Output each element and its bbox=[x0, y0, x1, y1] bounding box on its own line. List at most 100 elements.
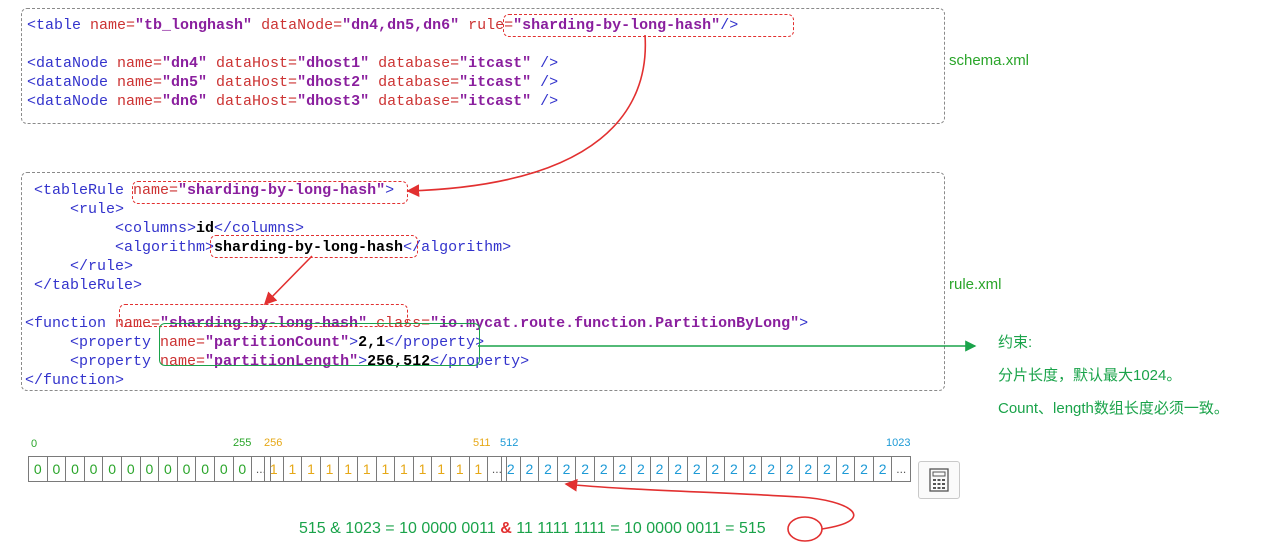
array-cell: 0 bbox=[65, 456, 85, 482]
array-cell: 2 bbox=[556, 456, 577, 482]
code-token: dataHost= bbox=[207, 93, 298, 110]
array-cell: 2 bbox=[835, 456, 856, 482]
tick-0: 0 bbox=[31, 438, 38, 450]
array-cell: 0 bbox=[83, 456, 104, 482]
code-token: </rule> bbox=[25, 258, 134, 275]
code-token: name= bbox=[117, 93, 163, 110]
array-cell: 1 bbox=[468, 456, 489, 482]
code-token: "io.mycat.route.function.PartitionByLong… bbox=[430, 315, 800, 332]
code-token: "dhost1" bbox=[297, 55, 370, 72]
code-token: <dataNode bbox=[27, 55, 118, 72]
code-token: name= bbox=[90, 17, 136, 34]
array-ellipsis: ... bbox=[891, 456, 912, 482]
code-token: "dn4" bbox=[162, 55, 208, 72]
constraint-line-2: Count、length数组长度必须一致。 bbox=[998, 400, 1229, 417]
property-highlight bbox=[159, 323, 480, 366]
tick-1023: 1023 bbox=[886, 437, 911, 449]
code-line: <dataNode name="dn5" dataHost="dhost2" d… bbox=[27, 73, 738, 92]
array-cell: 2 bbox=[631, 456, 651, 482]
code-token: <tableRule bbox=[25, 182, 134, 199]
code-line: </function> bbox=[25, 371, 808, 390]
tick-511: 511 bbox=[473, 437, 491, 449]
array-cell: 2 bbox=[668, 456, 688, 482]
array-cell: 1 bbox=[412, 456, 433, 482]
array-cell: 0 bbox=[28, 456, 48, 482]
code-line: </rule> bbox=[25, 257, 808, 276]
code-token: "itcast" bbox=[459, 55, 532, 72]
rule-attr-highlight bbox=[503, 14, 794, 37]
code-token: <function bbox=[25, 315, 116, 332]
code-token: <columns> bbox=[25, 220, 197, 237]
partition-group-0: 0 0 0 0 0 0 0 0 0 0 0 0... bbox=[28, 456, 271, 482]
code-token: > bbox=[799, 315, 809, 332]
code-token: <rule> bbox=[25, 201, 125, 218]
code-line: <dataNode name="dn6" dataHost="dhost3" d… bbox=[27, 92, 738, 111]
array-cell: 2 bbox=[538, 456, 558, 482]
array-cell: 1 bbox=[319, 456, 340, 482]
calculator-icon[interactable] bbox=[918, 461, 960, 499]
code-token: "itcast" bbox=[459, 74, 532, 91]
tick-256: 256 bbox=[264, 437, 283, 449]
code-token: dataHost= bbox=[207, 55, 298, 72]
tablerule-name-highlight bbox=[132, 181, 408, 204]
array-cell: 0 bbox=[213, 456, 234, 482]
array-cell: 1 bbox=[356, 456, 377, 482]
code-token: id bbox=[196, 220, 215, 237]
code-token: "tb_longhash" bbox=[135, 17, 253, 34]
array-cell: 2 bbox=[798, 456, 819, 482]
array-cell: 2 bbox=[761, 456, 781, 482]
code-line: <columns>id</columns> bbox=[25, 219, 808, 238]
code-token: </algorithm> bbox=[403, 239, 512, 256]
code-token: "dhost3" bbox=[297, 93, 370, 110]
code-token: name= bbox=[117, 74, 163, 91]
array-cell: 1 bbox=[431, 456, 451, 482]
array-cell: 2 bbox=[575, 456, 595, 482]
tick-255: 255 bbox=[233, 437, 252, 449]
formula-left: 515 & 1023 = 10 0000 0011 bbox=[299, 520, 501, 537]
code-token: "dn6" bbox=[162, 93, 208, 110]
array-cell: 1 bbox=[338, 456, 358, 482]
algorithm-value-highlight bbox=[210, 235, 418, 258]
constraint-line-1: 分片长度，默认最大1024。 bbox=[998, 367, 1182, 384]
formula-amp: & bbox=[500, 520, 512, 537]
formula-result: 515 bbox=[738, 520, 766, 537]
array-cell: 2 bbox=[854, 456, 874, 482]
code-token: /> bbox=[531, 55, 559, 72]
code-line: <dataNode name="dn4" dataHost="dhost1" d… bbox=[27, 54, 738, 73]
array-cell: 2 bbox=[501, 456, 521, 482]
array-cell: 1 bbox=[282, 456, 303, 482]
array-cell: 0 bbox=[232, 456, 253, 482]
array-cell: 2 bbox=[705, 456, 726, 482]
array-cell: 2 bbox=[742, 456, 763, 482]
array-cell: 2 bbox=[612, 456, 633, 482]
tick-512: 512 bbox=[500, 437, 519, 449]
code-token: <property bbox=[25, 353, 161, 370]
array-cell: 1 bbox=[264, 456, 284, 482]
code-token: "dn5" bbox=[162, 74, 208, 91]
array-cell: 2 bbox=[779, 456, 800, 482]
formula-right: 11 1111 1111 = 10 0000 0011 = bbox=[511, 520, 739, 537]
array-cell: 1 bbox=[375, 456, 396, 482]
array-cell: 0 bbox=[120, 456, 141, 482]
array-cell: 2 bbox=[686, 456, 707, 482]
code-token: "dhost2" bbox=[297, 74, 370, 91]
array-cell: 0 bbox=[139, 456, 160, 482]
code-token: <dataNode bbox=[27, 93, 118, 110]
array-cell: 1 bbox=[394, 456, 414, 482]
array-cell: 0 bbox=[158, 456, 178, 482]
code-token: <table bbox=[27, 17, 91, 34]
code-token: <property bbox=[25, 334, 161, 351]
code-token: database= bbox=[369, 74, 460, 91]
array-cell: 2 bbox=[649, 456, 670, 482]
array-cell: 2 bbox=[817, 456, 837, 482]
code-token: dataHost= bbox=[207, 74, 298, 91]
array-cell: 2 bbox=[872, 456, 893, 482]
array-cell: 2 bbox=[724, 456, 744, 482]
rule-file-label: rule.xml bbox=[949, 276, 1002, 293]
array-cell: 0 bbox=[195, 456, 215, 482]
code-token: name= bbox=[117, 55, 163, 72]
code-token: "itcast" bbox=[459, 93, 532, 110]
constraint-title: 约束: bbox=[998, 334, 1033, 351]
